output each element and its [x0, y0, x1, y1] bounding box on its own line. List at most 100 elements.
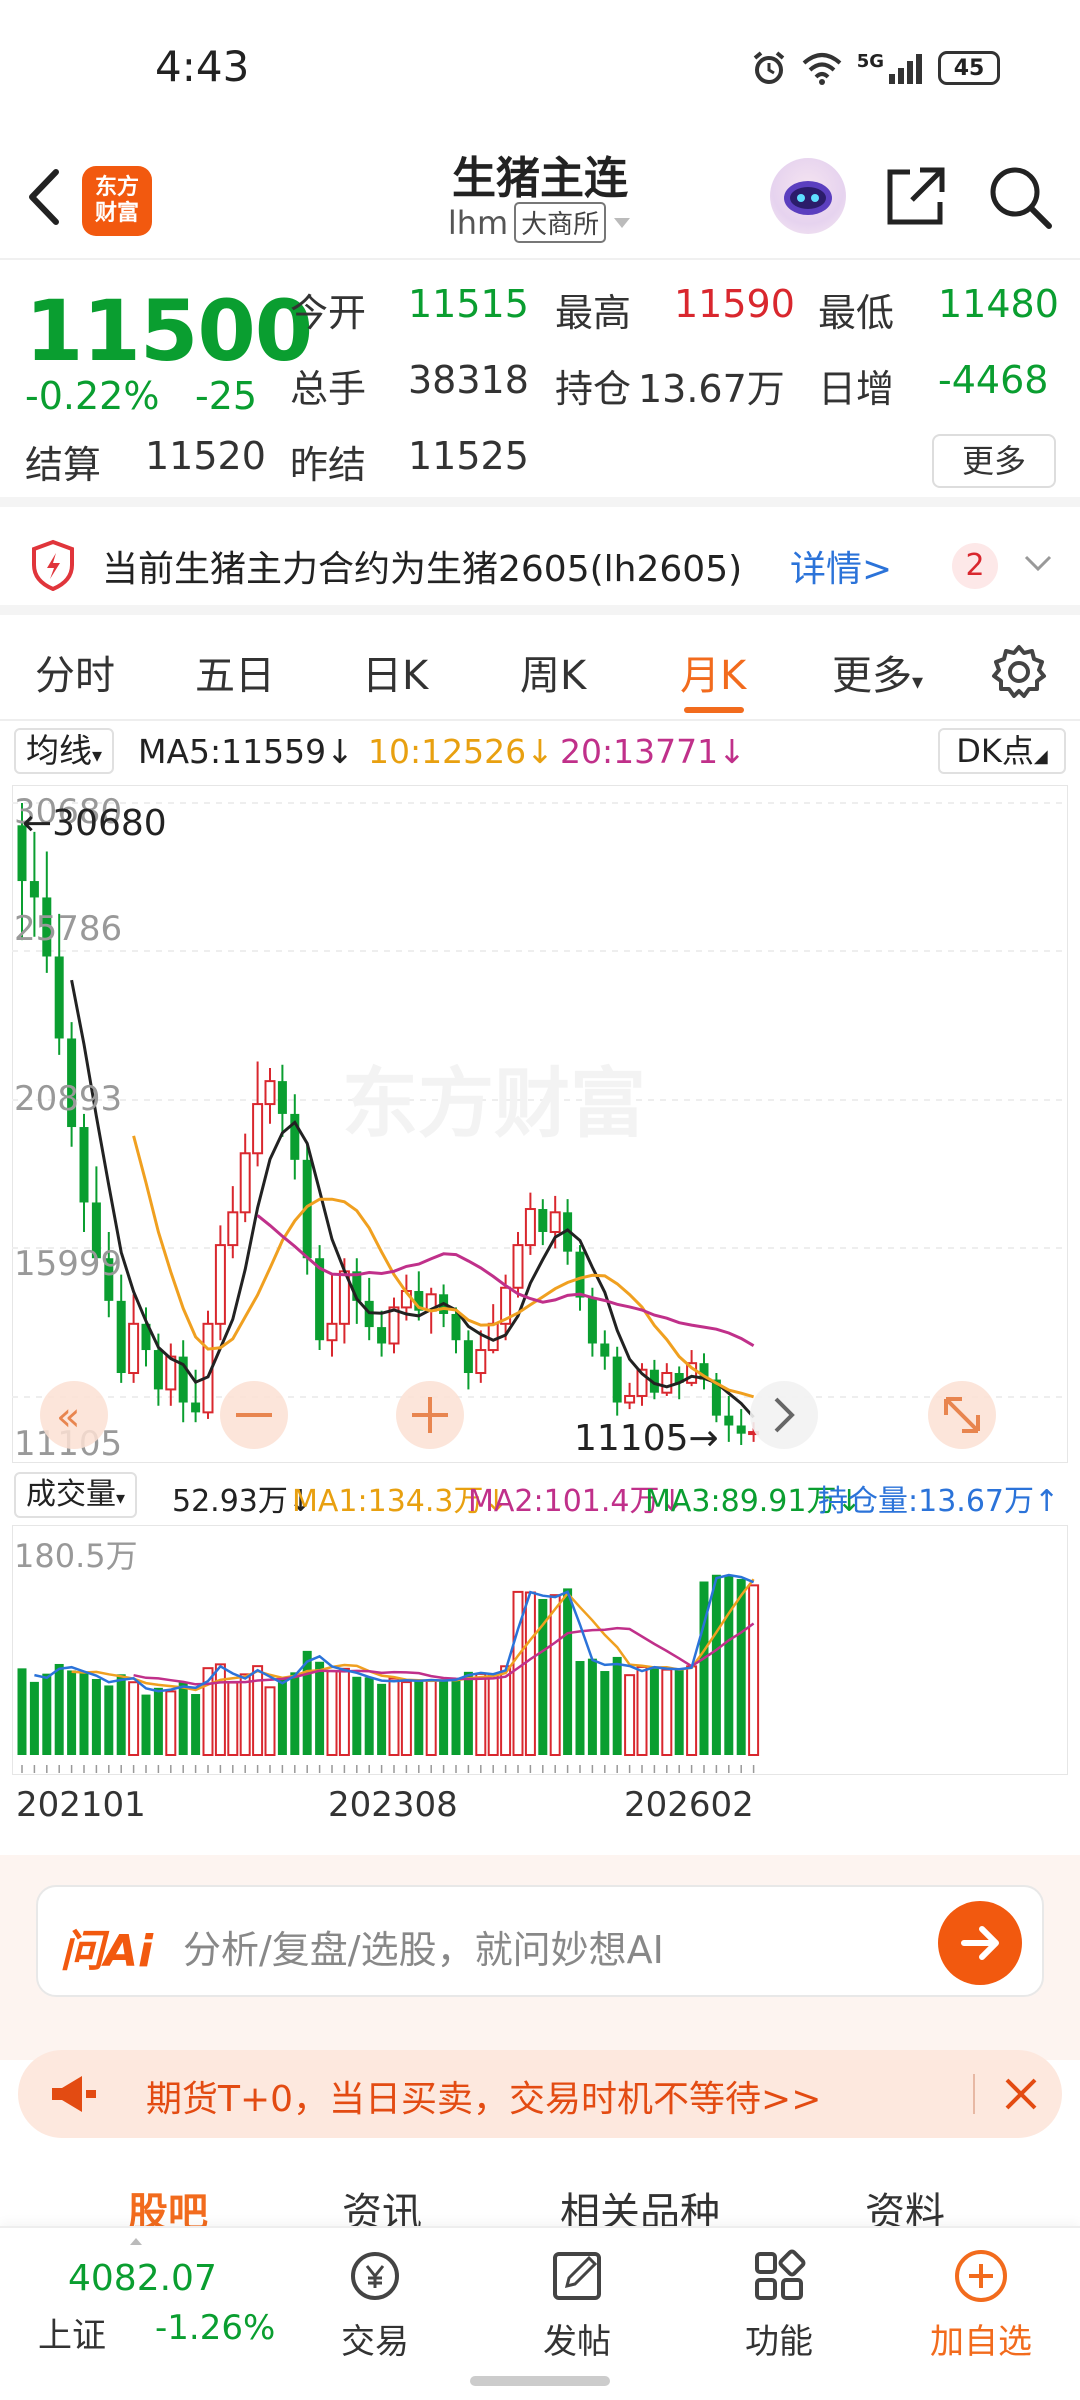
candle-body — [549, 1211, 561, 1233]
prev-settle-label: 昨结 — [290, 443, 367, 487]
plus-circle-icon — [955, 2250, 1007, 2302]
tab-five-day[interactable]: 五日 — [195, 643, 275, 701]
tab-guba[interactable]: 股吧 — [128, 2180, 208, 2226]
candle-body — [264, 1080, 276, 1106]
candle-body — [153, 1350, 163, 1390]
notice-count-badge: 2 — [952, 543, 998, 589]
volume-legend: 成交量▾ 52.93万↓ MA1:134.3万↓ MA2:101.4万↓ MA3… — [0, 1472, 1080, 1519]
volume-bar — [400, 1681, 412, 1756]
tab-more[interactable]: 更多▾ — [832, 643, 923, 701]
ai-assistant-avatar[interactable] — [770, 158, 846, 234]
candle-body — [128, 1322, 140, 1375]
gear-icon[interactable] — [990, 643, 1048, 701]
ma-legend: 均线▾ MA5:11559↓ 10:12526↓ 20:13771↓ DK点◢ — [0, 728, 1080, 778]
share-icon[interactable] — [880, 162, 950, 232]
volume-bar — [214, 1663, 226, 1757]
volume-bar — [191, 1694, 201, 1755]
candle-body — [661, 1372, 673, 1394]
nav-function[interactable]: 功能 — [704, 2238, 854, 2378]
tab-daily-k[interactable]: 日K — [362, 643, 428, 701]
more-quote-button[interactable]: 更多 — [932, 434, 1056, 488]
volume-bar — [686, 1665, 698, 1757]
ma10-value: 10:12526↓ — [368, 732, 554, 771]
caret-up-icon — [130, 2238, 142, 2245]
alarm-icon — [753, 51, 784, 84]
notice-detail-link[interactable]: 详情> — [790, 540, 892, 592]
ai-ask-input[interactable]: 问Ai 分析/复盘/选股，就问妙想AI — [36, 1885, 1044, 1997]
candle-body — [326, 1322, 338, 1342]
exchange-badge: 大商所 — [514, 202, 607, 243]
megaphone-icon — [52, 2076, 96, 2112]
caret-down-icon: ▾ — [92, 743, 103, 767]
candle-body — [463, 1340, 473, 1374]
max-price-marker: ←30680 — [22, 803, 167, 844]
nav-post[interactable]: 发帖 — [502, 2238, 652, 2378]
period-tabs: 分时 五日 日K 周K 月K 更多▾ — [0, 625, 1080, 721]
candle-body — [29, 881, 39, 898]
indicator-selector[interactable]: 均线▾ — [14, 728, 115, 774]
oi-label: 持仓 — [555, 367, 632, 411]
promo-text: 期货T+0，当日买卖，交易时机不等待>> — [146, 2079, 822, 2120]
bottom-nav: 4082.07 上证 -1.26% 交易 发帖 功能 加自选 — [0, 2226, 1080, 2400]
scroll-right-button[interactable] — [750, 1381, 818, 1449]
volume-bar — [264, 1686, 276, 1756]
prev-settle-value: 11525 — [408, 434, 529, 478]
volume-bar — [377, 1683, 387, 1755]
tab-profile[interactable]: 资料 — [865, 2180, 945, 2226]
open-interest-value: 持仓量:13.67万↑ — [818, 1484, 1060, 1519]
volume-bar — [587, 1658, 597, 1755]
battery-icon: 45 — [938, 51, 1000, 85]
y-label-4: 15999 — [14, 1244, 122, 1284]
tab-related[interactable]: 相关品种 — [560, 2180, 720, 2226]
volume-bar — [439, 1680, 449, 1755]
ai-placeholder: 分析/复盘/选股，就问妙想AI — [183, 1928, 664, 1972]
tab-weekly-k[interactable]: 周K — [520, 643, 586, 701]
volume-bar — [736, 1578, 746, 1755]
promo-banner[interactable]: 期货T+0，当日买卖，交易时机不等待>> — [18, 2050, 1062, 2138]
volume-bar — [549, 1594, 561, 1756]
candle-body — [388, 1306, 400, 1345]
shield-alert-icon — [32, 539, 74, 591]
min-price-marker: 11105→ — [574, 1418, 719, 1459]
arrow-right-icon — [961, 1926, 999, 1960]
nav-trade[interactable]: 交易 — [300, 2238, 450, 2378]
volume-max-label: 180.5万 — [14, 1537, 138, 1575]
volume-bar — [563, 1588, 573, 1755]
close-icon[interactable] — [1003, 2076, 1039, 2112]
volume-bar — [475, 1672, 487, 1756]
search-icon[interactable] — [985, 162, 1055, 232]
volume-selector[interactable]: 成交量▾ — [14, 1472, 138, 1518]
volume-bar — [414, 1679, 424, 1755]
tab-news[interactable]: 资讯 — [342, 2180, 422, 2226]
volume-bar — [575, 1661, 585, 1755]
kline-chart[interactable]: 东方财富 30680 25786 20893 15999 11105 ←3068… — [12, 785, 1068, 1463]
volume-bar — [17, 1668, 27, 1755]
open-label: 今开 — [290, 291, 367, 335]
candle-body — [587, 1297, 597, 1344]
tab-monthly-k[interactable]: 月K — [680, 643, 746, 701]
dk-points-button[interactable]: DK点◢ — [938, 728, 1066, 774]
candle-body — [612, 1356, 622, 1403]
chevron-down-icon[interactable] — [1020, 545, 1056, 581]
candle-body — [54, 956, 64, 1039]
volume-chart[interactable]: 180.5万 — [12, 1525, 1068, 1775]
volume-bar — [600, 1671, 610, 1755]
high-label: 最高 — [555, 291, 632, 335]
volume-bar — [649, 1667, 659, 1755]
ai-send-button[interactable] — [938, 1901, 1022, 1985]
change-percent: -0.22% — [25, 374, 160, 418]
quote-panel: 11500 -0.22% -25 今开 11515 最高 11590 最低 11… — [0, 262, 1080, 507]
tab-intraday[interactable]: 分时 — [35, 643, 115, 701]
nav-add-watchlist[interactable]: 加自选 — [906, 2238, 1056, 2378]
index-name: 上证 — [38, 2316, 106, 2356]
volume-bar — [500, 1665, 512, 1756]
main-contract-notice[interactable]: 当前生猪主力合约为生猪2605(lh2605) 详情> 2 — [0, 515, 1080, 615]
volume-bar — [79, 1672, 89, 1755]
nav-bar: 东方 财富 生猪主连 lhm 大商所 — [0, 140, 1080, 260]
candle-body — [377, 1327, 387, 1344]
chart-watermark: 东方财富 — [342, 1059, 646, 1148]
volume-bar — [612, 1656, 622, 1755]
last-price: 11500 — [25, 282, 313, 380]
volume-bar — [29, 1681, 39, 1755]
date-label-mid: 202308 — [328, 1785, 458, 1825]
